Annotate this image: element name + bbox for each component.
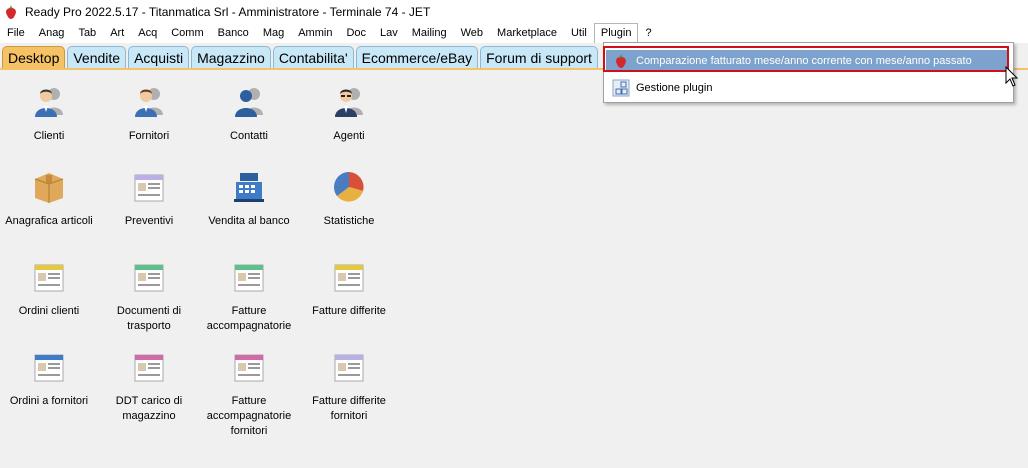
- desktop-item-fornitori[interactable]: Fornitori: [101, 85, 197, 144]
- desktop-item-statistiche[interactable]: Statistiche: [301, 170, 397, 229]
- desktop-item-label: Fatture differite: [312, 305, 386, 317]
- menubar: File Anag Tab Art Acq Comm Banco Mag Amm…: [0, 23, 1028, 43]
- contacts-icon: [235, 88, 263, 117]
- menu-mailing[interactable]: Mailing: [405, 23, 454, 43]
- desktop-item-label: Fatture accompagnatorie fornitori: [206, 395, 292, 437]
- menu-anag[interactable]: Anag: [32, 23, 72, 43]
- desktop-item-label: Fornitori: [128, 130, 170, 142]
- menu-util[interactable]: Util: [564, 23, 594, 43]
- menu-item-label: Gestione plugin: [636, 82, 713, 94]
- box-icon: [34, 173, 64, 203]
- tab-vendite[interactable]: Vendite: [67, 46, 127, 69]
- desktop-item-fatture-differite-fornitori[interactable]: Fatture differite fornitori: [301, 350, 397, 424]
- menu-tab[interactable]: Tab: [71, 23, 103, 43]
- menu-lav[interactable]: Lav: [373, 23, 405, 43]
- document-icon: [234, 264, 264, 292]
- agent-icon: [335, 88, 363, 117]
- document-icon: [334, 264, 364, 292]
- desktop-item-ddt-carico-di-magazzino[interactable]: DDT carico di magazzino: [101, 350, 197, 424]
- desktop-item-anagrafica-articoli[interactable]: Anagrafica articoli: [1, 170, 97, 229]
- tab-forum-supporto[interactable]: Forum di support: [480, 46, 598, 69]
- desktop-item-contatti[interactable]: Contatti: [201, 85, 297, 144]
- desktop-item-ordini-a-fornitori[interactable]: Ordini a fornitori: [1, 350, 97, 409]
- document-icon: [234, 354, 264, 382]
- desktop-item-label: Ordini a fornitori: [9, 395, 89, 407]
- desktop-item-label: Contatti: [230, 130, 268, 142]
- desktop-item-label: Anagrafica articoli: [5, 215, 93, 227]
- desktop-item-label: Fatture differite fornitori: [312, 395, 386, 422]
- desktop-item-fatture-accompagnatorie[interactable]: Fatture accompagnatorie: [201, 260, 297, 334]
- desktop-item-fatture-differite[interactable]: Fatture differite: [301, 260, 397, 319]
- desktop-item-preventivi[interactable]: Preventivi: [101, 170, 197, 229]
- desktop-item-documenti-di-trasporto[interactable]: Documenti di trasporto: [101, 260, 197, 334]
- plugin-grid-icon: [612, 79, 630, 97]
- menu-ammin[interactable]: Ammin: [291, 23, 339, 43]
- document-icon: [134, 264, 164, 292]
- pie-chart-icon: [334, 172, 364, 202]
- desktop-item-label: Preventivi: [124, 215, 174, 227]
- strawberry-icon: [616, 54, 626, 68]
- desktop-item-clienti[interactable]: Clienti: [1, 85, 97, 144]
- menu-doc[interactable]: Doc: [339, 23, 373, 43]
- strawberry-icon: [6, 4, 16, 19]
- tab-magazzino[interactable]: Magazzino: [191, 46, 271, 69]
- menu-web[interactable]: Web: [454, 23, 490, 43]
- desktop-item-label: Ordini clienti: [18, 305, 80, 317]
- desktop-item-agenti[interactable]: Agenti: [301, 85, 397, 144]
- desktop-item-label: Statistiche: [323, 215, 375, 227]
- desktop-item-label: Vendita al banco: [208, 215, 290, 227]
- menu-art[interactable]: Art: [103, 23, 131, 43]
- person-icon: [135, 88, 163, 117]
- document-icon: [34, 264, 64, 292]
- desktop-area: Clienti Fornitori Contatti Agenti Anagra…: [0, 70, 1028, 468]
- menu-help[interactable]: ?: [638, 23, 658, 43]
- desktop-item-label: Agenti: [333, 130, 365, 142]
- window-title: Ready Pro 2022.5.17 - Titanmatica Srl - …: [25, 4, 431, 19]
- menu-plugin[interactable]: Plugin: [593, 23, 639, 43]
- desktop-item-label: Clienti: [33, 130, 65, 142]
- menu-item-comparazione-fatturato[interactable]: Comparazione fatturato mese/anno corrent…: [606, 50, 1009, 72]
- document-icon: [134, 354, 164, 382]
- document-icon: [134, 174, 164, 202]
- menu-banco[interactable]: Banco: [211, 23, 256, 43]
- document-icon: [334, 354, 364, 382]
- menu-item-label: Comparazione fatturato mese/anno corrent…: [636, 55, 972, 67]
- tab-ecommerce-ebay[interactable]: Ecommerce/eBay: [355, 46, 479, 69]
- document-icon: [34, 354, 64, 382]
- menu-file[interactable]: File: [0, 23, 32, 43]
- desktop-item-label: Documenti di trasporto: [116, 305, 182, 332]
- person-icon: [35, 88, 63, 117]
- plugin-dropdown-menu: Comparazione fatturato mese/anno corrent…: [603, 42, 1014, 103]
- cash-register-icon: [234, 173, 264, 202]
- desktop-item-label: DDT carico di magazzino: [115, 395, 183, 422]
- menu-mag[interactable]: Mag: [256, 23, 291, 43]
- tab-contabilita[interactable]: Contabilita': [272, 46, 354, 69]
- desktop-item-label: Fatture accompagnatorie: [206, 305, 292, 332]
- desktop-item-fatture-accompagnatorie-fornitori[interactable]: Fatture accompagnatorie fornitori: [201, 350, 297, 439]
- mouse-cursor-icon: [1005, 66, 1019, 87]
- desktop-item-ordini-clienti[interactable]: Ordini clienti: [1, 260, 97, 319]
- window-titlebar: Ready Pro 2022.5.17 - Titanmatica Srl - …: [0, 0, 1028, 23]
- menu-item-gestione-plugin[interactable]: Gestione plugin: [606, 77, 1009, 99]
- tab-desktop[interactable]: Desktop: [2, 46, 66, 69]
- menu-marketplace[interactable]: Marketplace: [490, 23, 564, 43]
- menu-acq[interactable]: Acq: [131, 23, 164, 43]
- tab-acquisti[interactable]: Acquisti: [128, 46, 190, 69]
- menu-comm[interactable]: Comm: [164, 23, 210, 43]
- desktop-item-vendita-al-banco[interactable]: Vendita al banco: [201, 170, 297, 229]
